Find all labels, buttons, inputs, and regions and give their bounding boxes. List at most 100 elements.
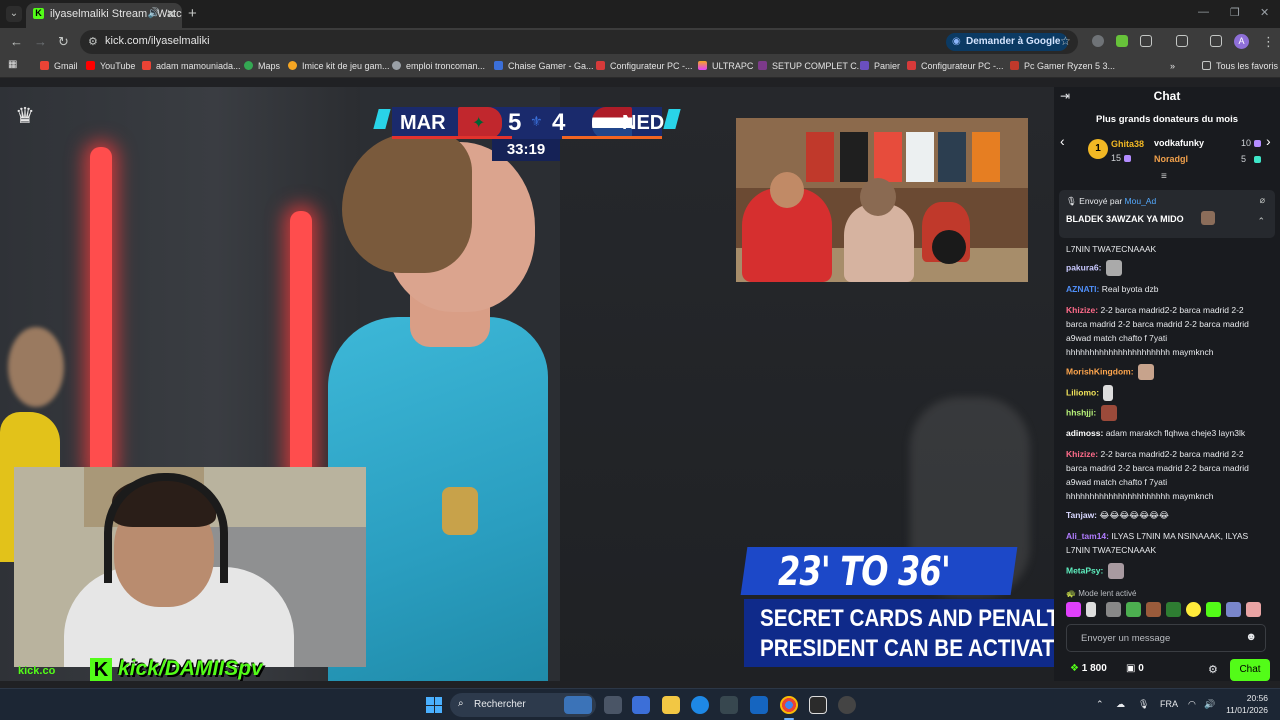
mail-icon[interactable] xyxy=(750,696,768,714)
webcam-overlay-studio xyxy=(736,118,1028,282)
video-player[interactable]: ♛ MAR 5 ⚜ 4 NED 33:19 xyxy=(0,87,1054,681)
chat-settings-icon[interactable]: ⚙ xyxy=(1208,663,1218,676)
maps-pin-icon xyxy=(244,61,253,70)
donor-name[interactable]: Noradgl xyxy=(1154,154,1188,164)
language-indicator[interactable]: FRA xyxy=(1160,699,1178,709)
bookmark-maps[interactable]: Maps xyxy=(244,61,280,71)
all-bookmarks[interactable]: Tous les favoris xyxy=(1202,61,1278,71)
bookmark-setup[interactable]: SETUP COMPLET C... xyxy=(758,61,864,71)
start-button[interactable] xyxy=(426,697,442,713)
restore-icon[interactable]: ❐ xyxy=(1230,6,1240,19)
chrome-icon[interactable] xyxy=(780,696,798,714)
emote-button[interactable] xyxy=(1106,602,1121,617)
download-icon[interactable] xyxy=(1116,35,1128,47)
unpin-icon[interactable]: ⌀ xyxy=(1260,195,1265,206)
shop-icon xyxy=(1010,61,1019,70)
bookmark-config1[interactable]: Configurateur PC -... xyxy=(596,61,693,71)
tray-overflow-icon[interactable]: ⌃ xyxy=(1096,699,1104,710)
emote-button[interactable] xyxy=(1206,602,1221,617)
tab-active[interactable]: K ilyaselmaliki Stream - Watc 🔊 ✕ xyxy=(26,3,182,28)
minimize-icon[interactable]: — xyxy=(1198,6,1209,18)
emote-quickbar xyxy=(1066,602,1272,622)
capcut-icon[interactable] xyxy=(809,696,827,714)
drops-counter[interactable]: ▣ 0 xyxy=(1126,663,1144,674)
emote-button[interactable] xyxy=(1226,602,1241,617)
site-info-icon[interactable]: ⚙ xyxy=(88,35,98,48)
edge-icon[interactable] xyxy=(691,696,709,714)
microphone-icon[interactable]: 🎙 xyxy=(1138,699,1149,710)
forward-icon[interactable]: → xyxy=(34,34,47,49)
filter-icon[interactable]: ≡ xyxy=(1161,171,1167,182)
emote-button[interactable] xyxy=(1086,602,1096,617)
windows-taskbar: ⌕ Rechercher ⌃ ☁ 🎙 FRA ◠ 🔊 20:56 11/01/2… xyxy=(0,688,1280,720)
kick-handle-text: kick/DAMIISpv xyxy=(118,657,263,680)
apps-grid-icon[interactable]: ▦ xyxy=(8,59,17,70)
reading-list-icon[interactable] xyxy=(1210,35,1222,47)
bookmark-imice[interactable]: Imice kit de jeu gam... xyxy=(288,61,390,71)
reload-icon[interactable]: ↻ xyxy=(58,34,69,50)
donor-name[interactable]: vodkafunky xyxy=(1154,138,1204,148)
message-input-box[interactable]: ☻ xyxy=(1066,624,1266,652)
cloud-icon[interactable]: ☁ xyxy=(1116,699,1125,710)
shop-icon xyxy=(907,61,916,70)
emote-button[interactable] xyxy=(1066,602,1081,617)
chevron-left-icon[interactable]: ‹ xyxy=(1060,133,1065,149)
address-bar[interactable]: ⚙ kick.com/ilyaselmaliki ◉ Demander à Go… xyxy=(80,30,1078,54)
url-text[interactable]: kick.com/ilyaselmaliki xyxy=(105,35,210,47)
emote-button[interactable] xyxy=(1126,602,1141,617)
kings-league-logo: ♛ xyxy=(15,103,35,128)
emote-button[interactable] xyxy=(1146,602,1161,617)
channel-points[interactable]: ❖ 1 800 xyxy=(1070,663,1107,674)
speaker-icon[interactable]: 🔊 xyxy=(148,3,160,25)
shop-icon xyxy=(288,61,297,70)
extensions-puzzle-icon[interactable] xyxy=(1140,35,1152,47)
bookmarks-panel-icon[interactable] xyxy=(1176,35,1188,47)
wifi-icon[interactable]: ◠ xyxy=(1188,699,1196,710)
close-window-icon[interactable]: ✕ xyxy=(1260,6,1269,19)
taskbar-search[interactable]: ⌕ Rechercher xyxy=(450,693,596,717)
profile-avatar[interactable]: A xyxy=(1234,34,1249,49)
chevron-right-icon[interactable]: › xyxy=(1266,133,1271,149)
tab-search-button[interactable]: ⌄ xyxy=(6,6,22,22)
chevron-up-icon[interactable]: ⌃ xyxy=(1257,216,1265,227)
menu-kebab-icon[interactable]: ⋮ xyxy=(1262,34,1275,50)
emote-button[interactable] xyxy=(1166,602,1181,617)
volume-icon[interactable]: 🔊 xyxy=(1204,699,1215,710)
neon-light xyxy=(90,147,112,477)
emote-button[interactable] xyxy=(1186,602,1201,617)
morocco-flag-icon xyxy=(458,107,502,139)
store-icon[interactable] xyxy=(720,696,738,714)
gmail-icon xyxy=(40,61,49,70)
away-color-bar xyxy=(562,136,662,139)
extension-icon[interactable] xyxy=(1092,35,1104,47)
bookmark-gmail[interactable]: Gmail xyxy=(40,61,78,71)
new-tab-button[interactable]: + xyxy=(188,5,197,22)
bookmark-panier[interactable]: Panier xyxy=(860,61,900,71)
bookmark-config2[interactable]: Configurateur PC -... xyxy=(907,61,1004,71)
close-tab-icon[interactable]: ✕ xyxy=(166,3,176,25)
message-input[interactable] xyxy=(1067,625,1247,651)
pinned-message[interactable]: 🎙 Envoyé par Mou_Ad BLADEK 3AWZAK YA MID… xyxy=(1059,190,1275,238)
file-explorer-icon[interactable] xyxy=(662,696,680,714)
ask-google-button[interactable]: ◉ Demander à Google xyxy=(946,33,1069,51)
bookmark-youtube[interactable]: YouTube xyxy=(86,61,135,71)
emote xyxy=(1103,385,1114,401)
more-bookmarks-icon[interactable]: » xyxy=(1170,61,1175,71)
send-chat-button[interactable]: Chat xyxy=(1230,659,1270,681)
emoji-picker-icon[interactable]: ☻ xyxy=(1245,631,1257,643)
widgets-icon[interactable] xyxy=(632,696,650,714)
donor-name[interactable]: Ghita38 xyxy=(1111,139,1144,149)
emote-button[interactable] xyxy=(1246,602,1261,617)
kick-watermark-small: kick.co xyxy=(18,665,56,677)
bookmark-ultrapc[interactable]: ULTRAPC xyxy=(698,61,753,71)
bookmark-star-icon[interactable]: ☆ xyxy=(1060,34,1071,48)
bookmark-adam[interactable]: adam mamouniada... xyxy=(142,61,241,71)
bookmark-emploi[interactable]: emploi troncoman... xyxy=(392,61,485,71)
bookmark-pcgamer[interactable]: Pc Gamer Ryzen 5 3... xyxy=(1010,61,1115,71)
task-view-icon[interactable] xyxy=(604,696,622,714)
chat-message: MetaPsy: xyxy=(1066,563,1266,579)
back-icon[interactable]: ← xyxy=(10,34,23,49)
bookmark-chaise[interactable]: Chaise Gamer - Ga... xyxy=(494,61,594,71)
game-app-icon[interactable] xyxy=(838,696,856,714)
system-clock[interactable]: 20:56 11/01/2026 xyxy=(1224,692,1268,716)
